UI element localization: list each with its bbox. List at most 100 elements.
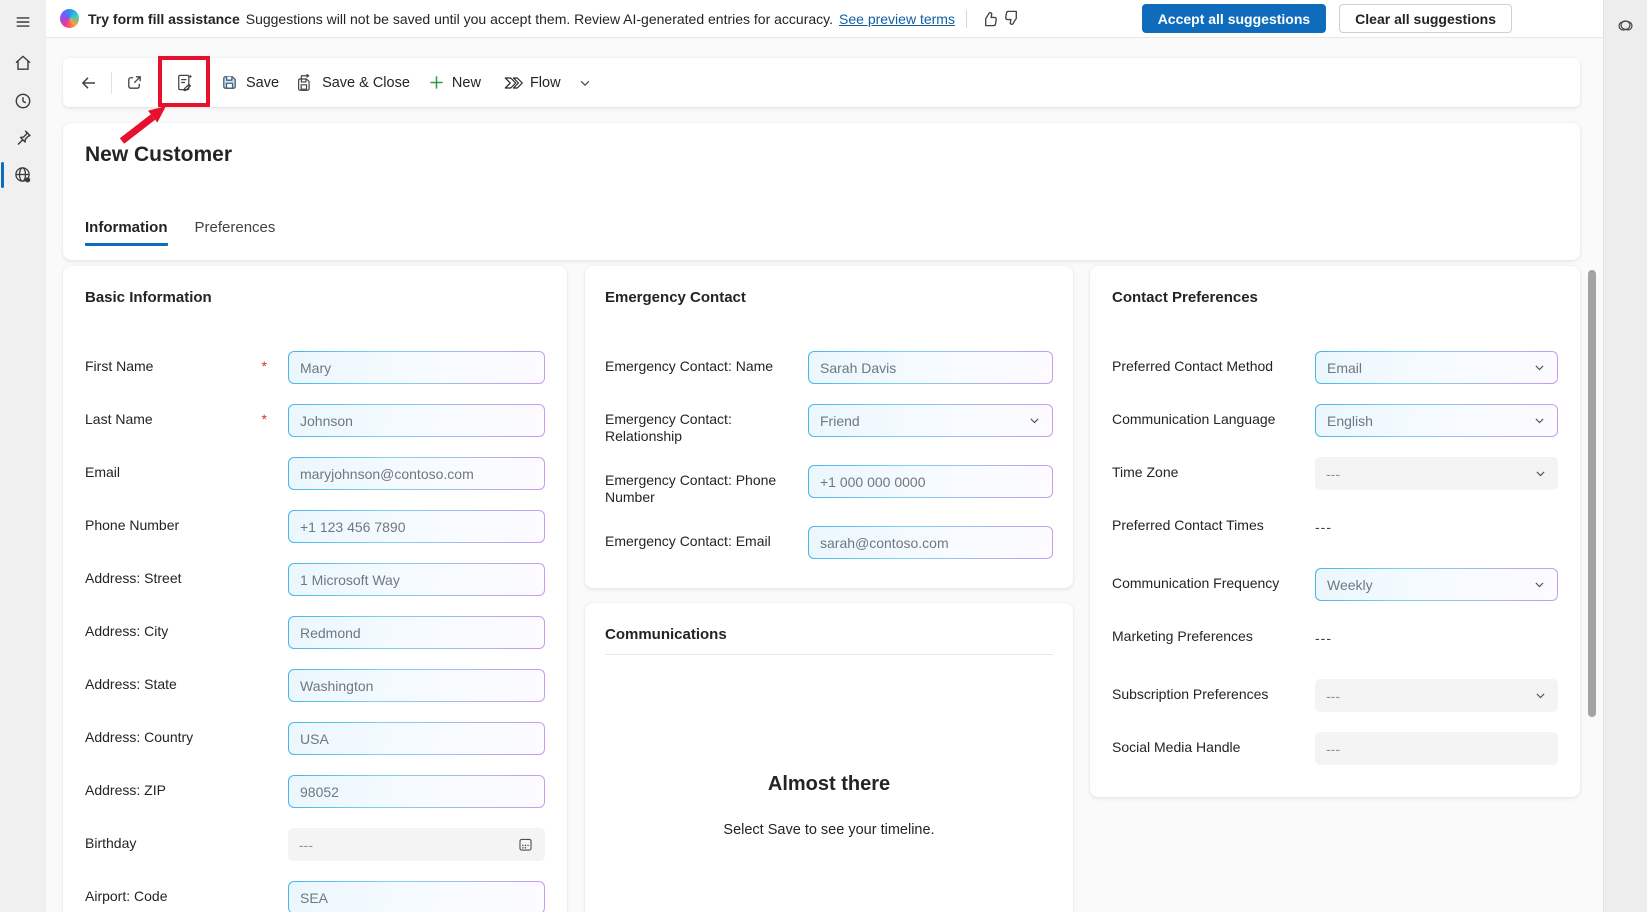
- copilot-outline-icon: [1615, 15, 1636, 36]
- date-field-birthday[interactable]: ---: [288, 828, 545, 861]
- date-picker-icon: [517, 836, 534, 853]
- form-tabs: Information Preferences: [85, 219, 275, 246]
- field-value: 98052: [300, 783, 339, 800]
- clear-all-suggestions-button[interactable]: Clear all suggestions: [1339, 4, 1512, 33]
- field-label: Preferred Contact Times: [1112, 517, 1264, 533]
- field-value: ---: [1326, 465, 1340, 482]
- text-field-first-name[interactable]: Mary: [288, 351, 545, 384]
- text-field-phone-number[interactable]: +1 123 456 7890: [288, 510, 545, 543]
- field-row-address-country: Address: Country USA: [85, 722, 545, 755]
- text-field-address-country[interactable]: USA: [288, 722, 545, 755]
- select-field-preferred-contact-method[interactable]: Email: [1315, 351, 1558, 384]
- chevron-down-icon: [1533, 578, 1546, 591]
- text-field-airport-code[interactable]: SEA: [288, 881, 545, 912]
- field-label: Subscription Preferences: [1112, 686, 1269, 702]
- thumbs-up-button[interactable]: [978, 7, 1001, 30]
- field-row-time-zone: Time Zone ---: [1112, 457, 1558, 490]
- field-row-emergency-contact-email: Emergency Contact: Email sarah@contoso.co…: [605, 526, 1053, 559]
- field-value: Weekly: [1327, 576, 1373, 593]
- save-and-close-button[interactable]: Save & Close: [295, 67, 410, 99]
- save-button[interactable]: Save: [220, 67, 279, 99]
- select-field-time-zone[interactable]: ---: [1315, 457, 1558, 490]
- select-field-communication-frequency[interactable]: Weekly: [1315, 568, 1558, 601]
- text-field-address-street[interactable]: 1 Microsoft Way: [288, 563, 545, 596]
- tab-information[interactable]: Information: [85, 219, 168, 246]
- text-field-address-zip[interactable]: 98052: [288, 775, 545, 808]
- accept-all-suggestions-button[interactable]: Accept all suggestions: [1141, 4, 1327, 33]
- field-value: +1 123 456 7890: [300, 518, 406, 535]
- field-value: ---: [1326, 687, 1340, 704]
- see-preview-terms-link[interactable]: See preview terms: [839, 11, 955, 27]
- text-field-emergency-contact-phone-number[interactable]: +1 000 000 0000: [808, 465, 1053, 498]
- vertical-scrollbar-thumb[interactable]: [1588, 270, 1596, 717]
- field-row-emergency-contact-phone-number: Emergency Contact: Phone Number +1 000 00…: [605, 465, 1053, 506]
- communications-section: Communications Almost there Select Save …: [585, 603, 1073, 912]
- tab-preferences[interactable]: Preferences: [195, 219, 276, 246]
- section-title-basic-information: Basic Information: [85, 289, 212, 306]
- field-label: Emergency Contact: Name: [605, 358, 774, 374]
- text-field-social-media-handle[interactable]: ---: [1315, 732, 1558, 765]
- flow-button[interactable]: Flow: [503, 67, 561, 99]
- text-field-address-city[interactable]: Redmond: [288, 616, 545, 649]
- field-label: Marketing Preferences: [1112, 628, 1253, 644]
- save-label: Save: [246, 74, 280, 91]
- hamburger-menu-button[interactable]: [0, 7, 46, 37]
- field-row-address-street: Address: Street 1 Microsoft Way: [85, 563, 545, 596]
- banner-title: Try form fill assistance: [88, 10, 240, 27]
- globe-icon: [13, 165, 33, 185]
- field-row-communication-language: Communication Language English: [1112, 404, 1558, 437]
- more-commands-button[interactable]: [573, 67, 597, 99]
- text-field-emergency-contact-name[interactable]: Sarah Davis: [808, 351, 1053, 384]
- select-field-communication-language[interactable]: English: [1315, 404, 1558, 437]
- sidebar-item-recent[interactable]: [0, 86, 46, 116]
- sidebar-item-home[interactable]: [0, 48, 46, 78]
- thumbs-down-button[interactable]: [1001, 7, 1024, 30]
- popout-button[interactable]: [120, 67, 148, 99]
- select-field-emergency-contact-relationship[interactable]: Friend: [808, 404, 1053, 437]
- field-label: Social Media Handle: [1112, 739, 1241, 755]
- copilot-panel-button[interactable]: [1613, 13, 1638, 37]
- record-header-card: New Customer Information Preferences: [63, 123, 1580, 260]
- save-icon: [220, 73, 239, 92]
- field-row-emergency-contact-name: Emergency Contact: Name Sarah Davis: [605, 351, 1053, 384]
- field-row-subscription-preferences: Subscription Preferences ---: [1112, 679, 1558, 712]
- sidebar-item-app[interactable]: [0, 160, 46, 190]
- field-value: Johnson: [300, 412, 353, 429]
- select-field-subscription-preferences[interactable]: ---: [1315, 679, 1558, 712]
- field-label: Communication Language: [1112, 411, 1276, 427]
- emergency-contact-fields: Emergency Contact: Name Sarah Davis Emerge…: [605, 351, 1053, 559]
- save-and-close-label: Save & Close: [322, 74, 410, 91]
- empty-state-message: Select Save to see your timeline.: [723, 822, 935, 838]
- flow-icon: [503, 73, 523, 93]
- field-value: Email: [1327, 359, 1363, 376]
- field-label: Address: State: [85, 676, 177, 692]
- text-field-email[interactable]: maryjohnson@contoso.com: [288, 457, 545, 490]
- field-value: maryjohnson@contoso.com: [300, 465, 474, 482]
- field-row-preferred-contact-method: Preferred Contact Method Email: [1112, 351, 1558, 384]
- timeline-empty-state: Almost there Select Save to see your tim…: [605, 773, 1053, 838]
- divider: [965, 9, 967, 28]
- copilot-icon: [60, 9, 79, 28]
- field-value: Friend: [820, 412, 860, 429]
- form-fill-assistance-button[interactable]: [158, 67, 210, 99]
- field-row-address-zip: Address: ZIP 98052: [85, 775, 545, 808]
- thumbs-up-icon: [980, 9, 999, 28]
- field-row-address-state: Address: State Washington: [85, 669, 545, 702]
- plus-icon: [428, 74, 445, 91]
- text-field-address-state[interactable]: Washington: [288, 669, 545, 702]
- field-label: Phone Number: [85, 517, 180, 533]
- new-button[interactable]: New: [428, 67, 481, 99]
- field-row-birthday: Birthday ---: [85, 828, 545, 861]
- field-label: Email: [85, 464, 121, 480]
- sidebar-item-pinned[interactable]: [0, 123, 46, 153]
- field-row-preferred-contact-times: Preferred Contact Times ---: [1112, 510, 1558, 536]
- text-field-last-name[interactable]: Johnson: [288, 404, 545, 437]
- banner-message: Suggestions will not be saved until you …: [245, 10, 834, 27]
- field-label: Address: ZIP: [85, 782, 166, 798]
- chevron-down-icon: [1534, 467, 1547, 480]
- text-field-emergency-contact-email[interactable]: sarah@contoso.com: [808, 526, 1053, 559]
- field-row-address-city: Address: City Redmond: [85, 616, 545, 649]
- required-asterisk: *: [261, 358, 267, 374]
- back-button[interactable]: [75, 67, 103, 99]
- back-arrow-icon: [79, 73, 99, 93]
